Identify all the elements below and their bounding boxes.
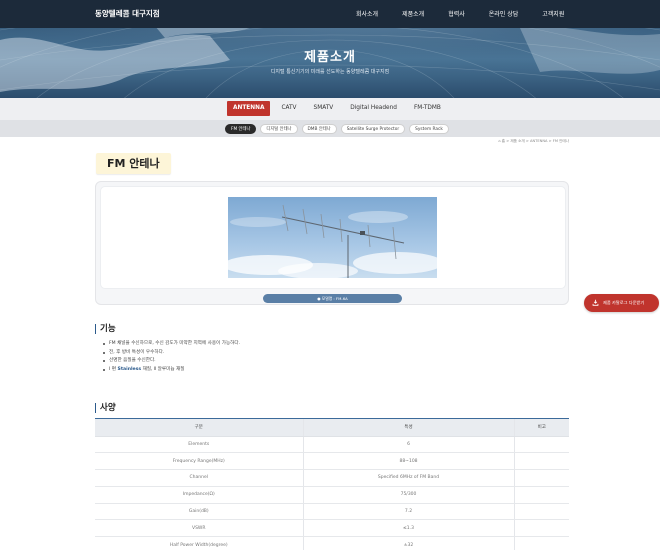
table-cell: 75/300	[302, 486, 514, 504]
menu-partners[interactable]: 협력사	[448, 9, 465, 18]
antenna-photo	[228, 197, 437, 278]
table-cell	[513, 503, 569, 521]
table-cell	[513, 486, 569, 504]
table-row: Half Power Width(degree) ±32	[95, 536, 569, 550]
list-item: FM 채널을 수신하므로, 수신 감도가 미약한 지역에 사용이 가능하다.	[103, 340, 240, 349]
material-suffix: 재질, Ⅱ 알루미늄 재질	[141, 366, 185, 372]
subtab-system-rack[interactable]: System Rack	[409, 124, 449, 134]
list-item: Ⅰ 편 Stainless 재질, Ⅱ 알루미늄 재질	[103, 366, 240, 375]
table-cell: Specified 6MHz of FM Band	[302, 469, 514, 487]
menu-products[interactable]: 제품소개	[402, 9, 424, 18]
menu-support[interactable]: 고객지원	[542, 9, 564, 18]
table-row: Elements 6	[95, 436, 569, 454]
download-icon	[592, 299, 599, 306]
features-heading: 기능	[95, 324, 116, 334]
tab-antenna[interactable]: ANTENNA	[227, 101, 271, 116]
table-cell: Frequency Range(MHz)	[95, 452, 303, 471]
table-row: Impedance(Ω) 75/300	[95, 486, 569, 504]
table-cell: Gain(dB)	[95, 503, 303, 521]
table-cell: Channel	[95, 469, 303, 487]
material-prefix: Ⅰ 편	[109, 366, 118, 372]
column-header: 특성	[302, 419, 514, 437]
table-cell: VSWR	[95, 519, 303, 538]
tab-smatv[interactable]: SMATV	[308, 101, 340, 116]
table-cell	[513, 469, 569, 487]
table-row: VSWR ≤1.3	[95, 519, 569, 538]
subcategory-tabs: FM 안테나 디지털 안테나 DMB 안테나 Satellite Surge P…	[225, 124, 453, 134]
table-row: Channel Specified 6MHz of FM Band	[95, 469, 569, 487]
column-header: 비고	[513, 419, 569, 437]
subtab-fm-antenna[interactable]: FM 안테나	[225, 124, 257, 134]
list-item: 전, 후 방비 특성이 우수하다.	[103, 349, 240, 358]
table-cell: Half Power Width(degree)	[95, 536, 303, 550]
page: 제품소개 디지털 통신기기의 미래를 선도하는 동양텔레콤 대구지점 동양텔레콤…	[0, 0, 660, 550]
tab-digital-headend[interactable]: Digital Headend	[344, 101, 403, 116]
page-subtitle: 디지털 통신기기의 미래를 선도하는 동양텔레콤 대구지점	[270, 69, 390, 75]
category-tabs: ANTENNA CATV SMATV Digital Headend FM-TD…	[227, 101, 447, 116]
table-cell: Elements	[95, 436, 303, 454]
site-logo[interactable]: 동양텔레콤 대구지점	[95, 8, 160, 19]
table-cell: 7.2	[302, 503, 514, 521]
page-title: 제품소개	[304, 50, 356, 65]
catalog-download-button[interactable]: 제품 카탈로그 다운받기	[584, 294, 659, 312]
tab-fm-tdmb[interactable]: FM-TDMB	[408, 101, 447, 116]
subtab-digital-antenna[interactable]: 디지털 안테나	[260, 124, 298, 134]
table-cell	[513, 436, 569, 454]
features-list: FM 채널을 수신하므로, 수신 감도가 미약한 지역에 사용이 가능하다. 전…	[103, 340, 240, 374]
model-name-label: ● 모델명 : FM-6A	[263, 294, 402, 303]
table-row: Gain(dB) 7.2	[95, 503, 569, 521]
tab-catv[interactable]: CATV	[275, 101, 302, 116]
menu-company[interactable]: 회사소개	[356, 9, 378, 18]
table-cell: 6	[302, 436, 514, 454]
spec-heading: 사양	[95, 403, 116, 413]
menu-online-consult[interactable]: 온라인 상담	[489, 9, 519, 18]
material-stainless: Stainless	[117, 366, 142, 372]
breadcrumb: ⌂ 홈 > 제품 소개 > ANTENNA > FM 안테나	[498, 139, 569, 143]
table-cell: Impedance(Ω)	[95, 486, 303, 504]
column-header: 구분	[95, 419, 303, 437]
top-navigation-bar: 동양텔레콤 대구지점 회사소개 제품소개 협력사 온라인 상담 고객지원	[0, 0, 660, 28]
list-item: 선명한 음질을 수신한다.	[103, 357, 240, 366]
main-menu: 회사소개 제품소개 협력사 온라인 상담 고객지원	[356, 9, 564, 18]
table-cell	[513, 452, 569, 471]
product-title: FM 안테나	[96, 153, 171, 174]
table-row: Frequency Range(MHz) 88~108	[95, 452, 569, 471]
subtab-satellite-surge-protector[interactable]: Satellite Surge Protector	[340, 124, 406, 134]
subtab-dmb-antenna[interactable]: DMB 안테나	[301, 124, 337, 134]
spec-table: 구분 특성 비고 Elements 6 Frequency Range(MHz) 8…	[95, 419, 569, 550]
table-cell: ±32	[302, 536, 514, 550]
table-cell	[513, 519, 569, 538]
catalog-download-label: 제품 카탈로그 다운받기	[603, 300, 645, 305]
table-cell: 88~108	[302, 452, 514, 471]
table-cell: ≤1.3	[302, 519, 514, 538]
table-header-row: 구분 특성 비고	[95, 419, 569, 437]
table-cell	[513, 536, 569, 550]
